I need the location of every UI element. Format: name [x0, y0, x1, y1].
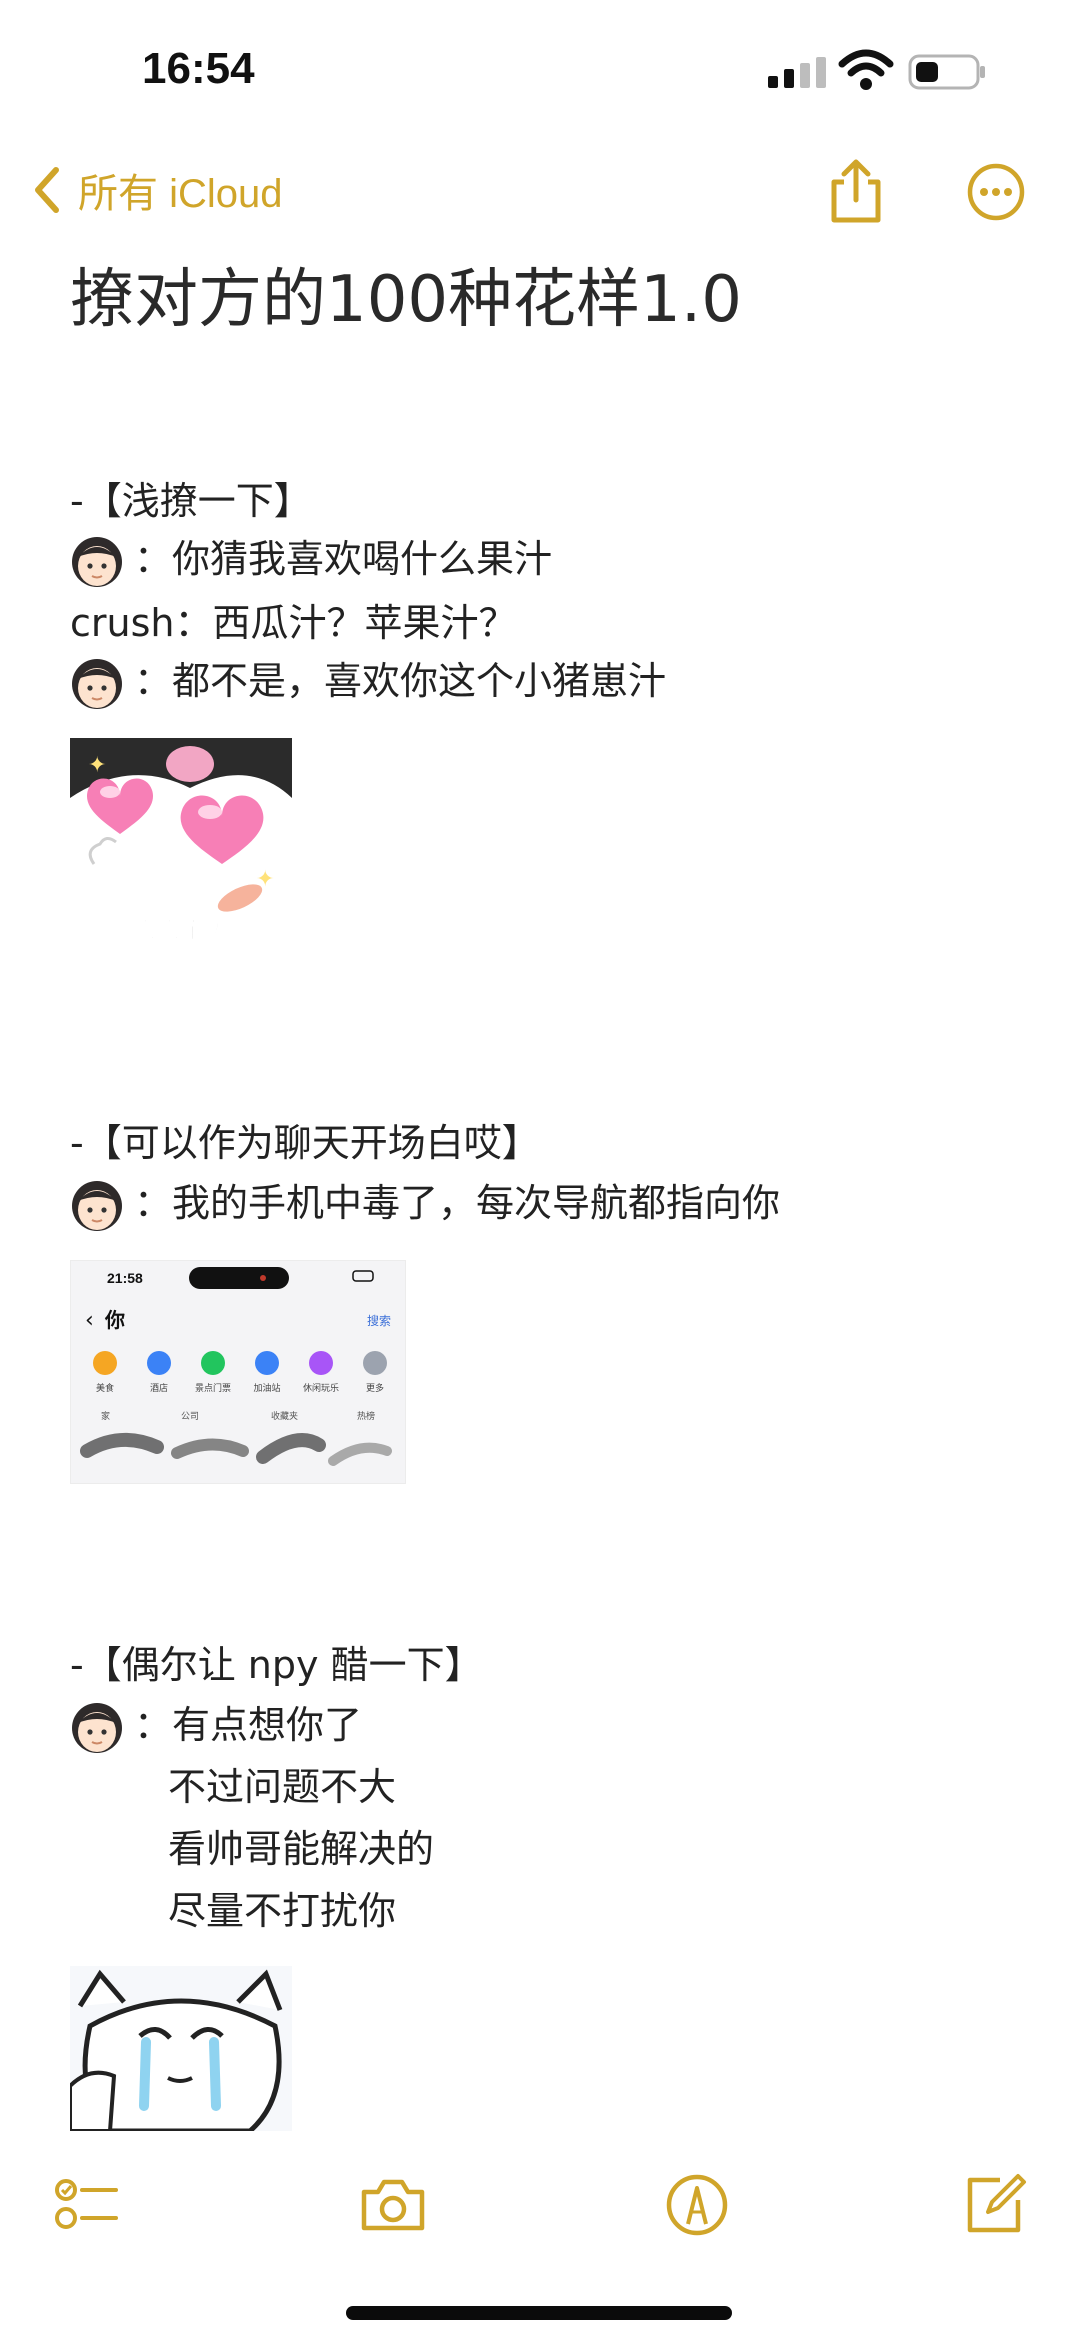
svg-text:热榜: 热榜: [357, 1410, 375, 1422]
hearts-sticker-art: ✦ ✦ 亲亲宝贝: [70, 738, 292, 960]
back-label: 所有 iCloud: [78, 172, 283, 216]
crying-cat-art: [70, 1966, 292, 2131]
mini-search: 搜索: [367, 1313, 391, 1328]
back-chevron-icon: [35, 167, 59, 213]
sticker-caption: 亲亲宝贝: [133, 916, 229, 944]
svg-text:加油站: 加油站: [253, 1382, 280, 1394]
note-line[interactable]: 尽量不打扰你: [168, 1880, 396, 1935]
note-line[interactable]: ：我的手机中毒了，每次导航都指向你: [70, 1172, 780, 1233]
svg-text:休闲玩乐: 休闲玩乐: [303, 1382, 339, 1394]
status-time: 16:54: [142, 44, 255, 93]
girl-emoji-icon: [72, 1180, 122, 1231]
mini-status-time: 21:58: [107, 1270, 143, 1286]
svg-text:景点门票: 景点门票: [195, 1382, 231, 1394]
note-line-text: ：有点想你了: [134, 1703, 363, 1747]
section-heading[interactable]: -【偶尔让 npy 醋一下】: [70, 1634, 483, 1689]
svg-text:家: 家: [101, 1410, 110, 1422]
status-bar: 16:54: [0, 0, 1080, 140]
svg-text:酒店: 酒店: [150, 1382, 168, 1394]
checklist-icon[interactable]: [50, 2170, 120, 2240]
note-line[interactable]: ：有点想你了: [70, 1694, 362, 1755]
markup-icon[interactable]: [662, 2170, 732, 2240]
dynamic-island: [189, 1267, 289, 1289]
section-heading[interactable]: -【浅撩一下】: [70, 470, 312, 525]
sticker-image-hearts[interactable]: ✦ ✦ 亲亲宝贝: [70, 738, 292, 960]
battery-icon: [908, 54, 985, 90]
svg-text:✦: ✦: [256, 867, 274, 892]
more-icon[interactable]: [966, 162, 1026, 222]
map-screenshot-image[interactable]: 21:58 ‹ 你 搜索 美食 酒店 景点门票 加油站 休闲玩乐 更多 家 公司…: [70, 1260, 406, 1484]
note-line[interactable]: crush：西瓜汁？苹果汁？: [70, 592, 516, 647]
section-heading[interactable]: -【可以作为聊天开场白哎】: [70, 1112, 540, 1167]
back-button[interactable]: 所有 iCloud: [28, 160, 283, 220]
note-line-text: ：你猜我喜欢喝什么果汁: [134, 537, 553, 581]
svg-text:美食: 美食: [96, 1382, 114, 1394]
svg-text:‹: ‹: [85, 1308, 94, 1333]
note-line[interactable]: 看帅哥能解决的: [168, 1818, 434, 1873]
bottom-toolbar: [0, 2160, 1080, 2252]
cellular-signal-icon: [768, 57, 826, 88]
camera-icon[interactable]: [358, 2170, 428, 2240]
compose-icon[interactable]: [960, 2170, 1030, 2240]
share-icon[interactable]: [826, 156, 886, 226]
map-screenshot-art: 21:58 ‹ 你 搜索 美食 酒店 景点门票 加油站 休闲玩乐 更多 家 公司…: [71, 1261, 405, 1483]
wifi-icon: [838, 49, 894, 90]
girl-emoji-icon: [72, 1702, 122, 1753]
note-line[interactable]: 不过问题不大: [168, 1756, 396, 1811]
svg-text:收藏夹: 收藏夹: [271, 1410, 298, 1422]
girl-emoji-icon: [72, 658, 122, 709]
note-title[interactable]: 撩对方的100种花样1.0: [70, 248, 742, 340]
note-line[interactable]: ：都不是，喜欢你这个小猪崽汁: [70, 650, 666, 711]
note-line-text: ：我的手机中毒了，每次导航都指向你: [134, 1181, 781, 1225]
svg-text:✦: ✦: [88, 753, 106, 778]
girl-emoji-icon: [72, 536, 122, 587]
crying-cat-sticker-image[interactable]: [70, 1966, 292, 2131]
svg-text:更多: 更多: [366, 1382, 384, 1394]
home-indicator[interactable]: [346, 2306, 732, 2320]
note-line-text: ：都不是，喜欢你这个小猪崽汁: [134, 659, 667, 703]
note-line[interactable]: ：你猜我喜欢喝什么果汁: [70, 528, 552, 589]
mini-title: 你: [104, 1308, 125, 1332]
svg-text:公司: 公司: [181, 1411, 199, 1422]
